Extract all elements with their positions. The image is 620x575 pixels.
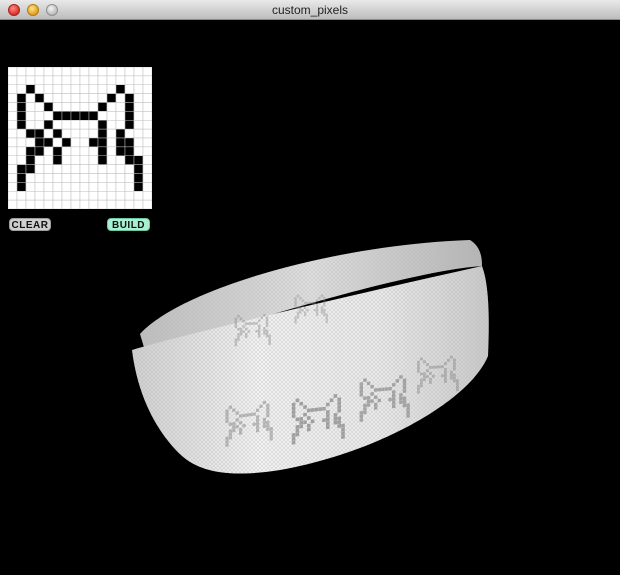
3d-ring-preview[interactable] [0, 20, 620, 575]
window-title: custom_pixels [271, 3, 349, 17]
app-window: custom_pixels CLEAR BUILD [0, 0, 620, 575]
title-bar[interactable]: custom_pixels [0, 0, 620, 20]
sketch-canvas[interactable]: CLEAR BUILD [0, 20, 620, 575]
